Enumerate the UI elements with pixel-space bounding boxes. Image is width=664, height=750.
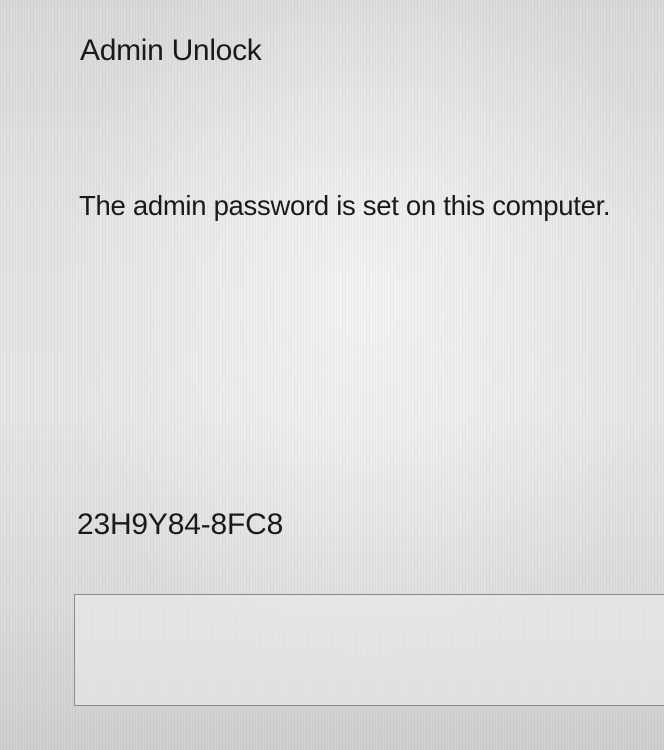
dialog-title: Admin Unlock bbox=[80, 34, 262, 67]
unlock-code: 23H9Y84-8FC8 bbox=[77, 508, 284, 541]
admin-unlock-dialog: Admin Unlock The admin password is set o… bbox=[0, 0, 664, 750]
dialog-message: The admin password is set on this comput… bbox=[79, 190, 611, 221]
password-input[interactable] bbox=[74, 594, 664, 706]
